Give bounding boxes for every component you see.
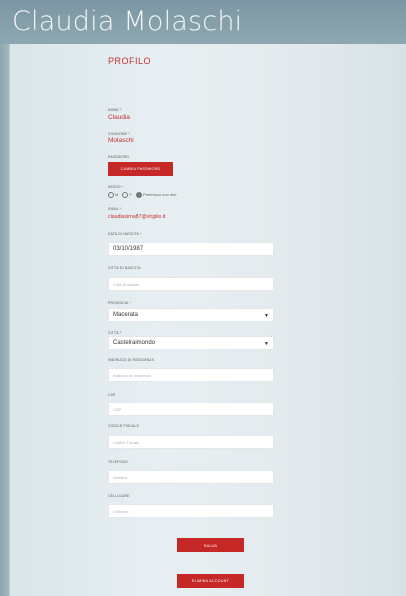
section-title: PROFILO [108,56,152,66]
user-name-title: Claudia Molaschi [12,6,243,37]
provincia-label: PROVINCIA * [108,301,131,305]
sesso-option-m: M [115,192,119,198]
citta-label: CITTÀ * [108,331,122,335]
telefono-placeholder: Numero [113,475,128,480]
data-nascita-field[interactable]: 03/10/1987 [108,242,274,256]
citta-value: Castelraimondo [113,340,156,346]
email-label: EMAIL * [108,207,122,211]
citta-nascita-field[interactable]: Città di nascita [108,277,274,291]
nome-value[interactable]: Claudia [108,114,130,121]
cognome-label: COGNOME * [108,132,130,136]
provincia-value: Macerata [113,312,139,318]
email-value[interactable]: claudiasirna87@virgilio.it [108,214,165,220]
telefono-field[interactable]: Numero [108,470,274,484]
codice-fiscale-placeholder: Codice Fiscale [113,440,140,445]
change-password-button[interactable]: CAMBIA PASSWORD [108,162,173,176]
triangle-down-icon: ▼ [264,313,269,319]
sesso-label: SESSO * [108,185,124,189]
profile-panel: PROFILO NOME * Claudia COGNOME * Molasch… [9,44,396,596]
cellulare-placeholder: Cellulare [113,509,129,514]
sesso-radio-m[interactable] [108,192,114,198]
sesso-radio-non-dire[interactable] [136,192,143,198]
sesso-option-non-dire: Preferisco non dire [143,192,177,198]
delete-account-button[interactable]: ELIMINA ACCOUNT [177,574,244,588]
codice-fiscale-field[interactable]: Codice Fiscale [108,435,274,449]
sesso-radio-group: M F Preferisco non dire [108,192,177,198]
cellulare-field[interactable]: Cellulare [108,504,274,518]
data-nascita-value: 03/10/1987 [113,246,144,252]
password-label: PASSWORD [108,155,130,159]
cap-placeholder: CAP [113,407,122,412]
provincia-select[interactable]: Macerata ▼ [108,308,274,322]
nome-label: NOME * [108,108,122,112]
citta-select[interactable]: Castelraimondo ▼ [108,336,274,350]
codice-fiscale-label: CODICE FISCALE [108,424,140,428]
data-nascita-label: DATA DI NASCITA * [108,232,142,236]
save-button[interactable]: SALVA [177,538,244,552]
cap-label: CAP [108,393,116,397]
citta-nascita-label: CITTÀ DI NASCITA [108,266,141,270]
indirizzo-placeholder: Indirizzo di residenza [113,373,151,378]
triangle-down-icon: ▼ [264,341,269,347]
citta-nascita-placeholder: Città di nascita [113,282,140,287]
indirizzo-field[interactable]: Indirizzo di residenza [108,368,274,382]
sesso-option-f: F [129,192,132,198]
sesso-radio-f[interactable] [122,192,129,198]
indirizzo-label: INDIRIZZO DI RESIDENZA [108,358,155,362]
cap-field[interactable]: CAP [108,402,274,416]
cellulare-label: CELLULARE [108,494,130,498]
cognome-value[interactable]: Molaschi [108,137,134,144]
telefono-label: TELEFONO [108,460,128,464]
page-header: Claudia Molaschi [0,0,406,44]
